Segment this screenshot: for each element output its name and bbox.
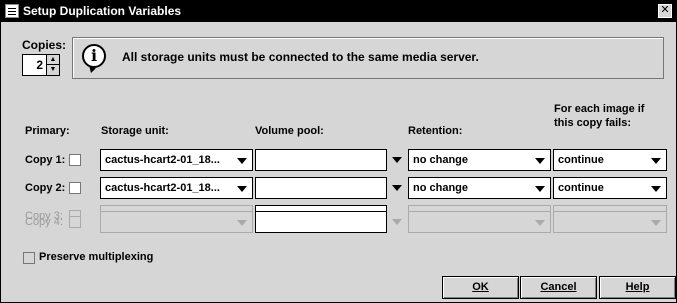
ok-button-label: OK: [472, 281, 489, 293]
spinner-arrows: ▲ ▼: [46, 55, 59, 75]
chevron-down-icon: [237, 186, 247, 192]
retention-value: no change: [413, 154, 469, 166]
on-fail-select-copy-4: [553, 211, 667, 233]
header-storage-unit: Storage unit:: [101, 125, 169, 137]
row-label-copy-4: Copy 4:: [25, 216, 63, 228]
retention-select-copy-1[interactable]: no change: [408, 149, 551, 171]
on-fail-value: continue: [558, 182, 604, 194]
chevron-down-icon: [535, 220, 545, 226]
on-fail-select-copy-1[interactable]: continue: [553, 149, 667, 171]
header-primary: Primary:: [25, 125, 70, 137]
copies-value[interactable]: 2: [36, 58, 43, 72]
chevron-down-icon: [651, 220, 661, 226]
retention-select-copy-2[interactable]: no change: [408, 177, 551, 199]
copies-spinner[interactable]: 2 ▲ ▼: [22, 54, 60, 76]
cancel-button-label: Cancel: [540, 281, 577, 293]
window-title: Setup Duplication Variables: [23, 4, 182, 18]
volume-pool-dropdown-copy-2[interactable]: [387, 177, 407, 199]
volume-pool-input-copy-2[interactable]: [255, 177, 387, 199]
close-button[interactable]: ✕: [658, 4, 672, 18]
preserve-multiplexing-label[interactable]: Preserve multiplexing: [39, 251, 153, 263]
storage-unit-select-copy-2[interactable]: cactus-hcart2-01_18...: [100, 177, 253, 199]
chevron-down-icon: [651, 186, 661, 192]
volume-pool-dropdown-copy-1[interactable]: [387, 149, 407, 171]
chevron-down-icon: [535, 186, 545, 192]
header-retention: Retention:: [408, 125, 463, 137]
storage-unit-value: cactus-hcart2-01_18...: [105, 182, 220, 194]
info-panel: i All storage units must be connected to…: [72, 37, 664, 79]
row-label-copy-1: Copy 1:: [25, 154, 66, 166]
row-label-copy-2: Copy 2:: [25, 182, 66, 194]
copies-label: Copies:: [22, 38, 67, 52]
header-on-fail-line1: For each image if: [554, 103, 645, 115]
primary-checkbox-copy-2[interactable]: [69, 182, 81, 194]
volume-pool-input-copy-4[interactable]: [255, 211, 387, 233]
preserve-multiplexing-checkbox[interactable]: [23, 252, 35, 264]
retention-value: no change: [413, 182, 469, 194]
info-message: All storage units must be connected to t…: [122, 50, 479, 64]
header-on-fail-line2: this copy fails:: [554, 117, 632, 129]
on-fail-select-copy-2[interactable]: continue: [553, 177, 667, 199]
retention-select-copy-4: [408, 211, 551, 233]
header-volume-pool: Volume pool:: [255, 125, 324, 137]
dialog-window: Setup Duplication Variables ✕ Copies: 2 …: [0, 0, 677, 303]
spinner-down-icon[interactable]: ▼: [47, 65, 59, 75]
help-button-label: Help: [625, 281, 650, 293]
chevron-down-icon: [237, 158, 247, 164]
primary-checkbox-copy-1[interactable]: [69, 154, 81, 166]
info-icon: i: [82, 44, 106, 68]
chevron-down-icon: [535, 158, 545, 164]
chevron-down-icon: [392, 157, 402, 163]
storage-unit-select-copy-1[interactable]: cactus-hcart2-01_18...: [100, 149, 253, 171]
window-menu-icon[interactable]: [5, 4, 19, 18]
chevron-down-icon: [237, 220, 247, 226]
storage-unit-value: cactus-hcart2-01_18...: [105, 154, 220, 166]
ok-button[interactable]: OK: [442, 276, 519, 299]
volume-pool-dropdown-copy-4: [387, 211, 407, 233]
on-fail-value: continue: [558, 154, 604, 166]
primary-checkbox-copy-4: [69, 216, 81, 228]
volume-pool-input-copy-1[interactable]: [255, 149, 387, 171]
title-bar[interactable]: Setup Duplication Variables ✕: [1, 1, 676, 22]
chevron-down-icon: [392, 185, 402, 191]
cancel-button[interactable]: Cancel: [520, 276, 597, 299]
chevron-down-icon: [392, 219, 402, 225]
chevron-down-icon: [651, 158, 661, 164]
storage-unit-select-copy-4: [100, 211, 253, 233]
spinner-up-icon[interactable]: ▲: [47, 55, 59, 65]
help-button[interactable]: Help: [599, 276, 676, 299]
